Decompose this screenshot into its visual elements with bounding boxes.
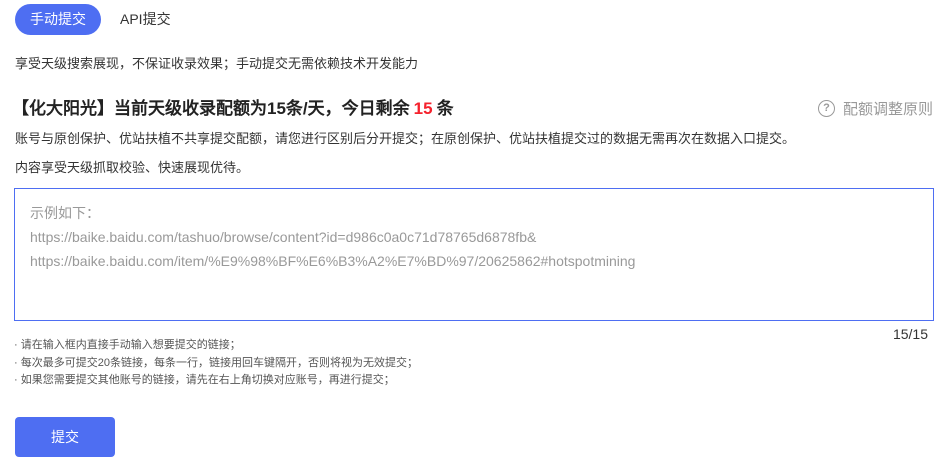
placeholder-line-1: 示例如下：: [30, 205, 100, 221]
page-description: 享受天级搜索展现，不保证收录效果；手动提交无需依赖技术开发能力: [15, 56, 419, 71]
quota-heading: 【化大阳光】当前天级收录配额为15条/天，今日剩余 15 条: [12, 94, 454, 119]
placeholder-line-2: https://baike.baidu.com/tashuo/browse/co…: [30, 229, 537, 245]
quota-prefix: 【化大阳光】当前天级收录配额为15条/天，今日剩余: [12, 99, 410, 118]
quota-counter: 15/15: [892, 326, 928, 342]
question-circle-icon: ?: [817, 100, 835, 117]
url-textarea[interactable]: 示例如下： https://baike.baidu.com/tashuo/bro…: [14, 188, 934, 321]
quota-rules-link[interactable]: ? 配额调整原则: [817, 98, 933, 119]
quota-rules-label: 配额调整原则: [842, 101, 933, 118]
notice-text-1: 账号与原创保护、优站扶植不共享提交配额，请您进行区别后分开提交；在原创保护、优站…: [15, 131, 796, 146]
tip-item-1: · 请在输入框内直接手动输入想要提交的链接；: [14, 339, 241, 351]
submit-button[interactable]: 提交: [15, 417, 115, 457]
quota-remaining-count: 15: [413, 99, 433, 118]
notice-text-2: 内容享受天级抓取校验、快速展现优待。: [15, 160, 250, 175]
tip-item-2: · 每次最多可提交20条链接，每条一行，链接用回车键隔开，否则将视为无效提交；: [14, 356, 418, 369]
tip-item-3: · 如果您需要提交其他账号的链接，请先在右上角切换对应账号，再进行提交；: [14, 374, 395, 386]
placeholder-line-3: https://baike.baidu.com/item/%E9%98%BF%E…: [30, 253, 636, 269]
quota-suffix: 条: [436, 99, 454, 118]
submit-mode-tabs: 手动提交 API提交: [15, 4, 190, 35]
tab-manual-submit[interactable]: 手动提交: [15, 4, 101, 35]
tab-api-submit[interactable]: API提交: [105, 4, 186, 35]
submission-tips: · 请在输入框内直接手动输入想要提交的链接； · 每次最多可提交20条链接，每条…: [14, 337, 418, 390]
